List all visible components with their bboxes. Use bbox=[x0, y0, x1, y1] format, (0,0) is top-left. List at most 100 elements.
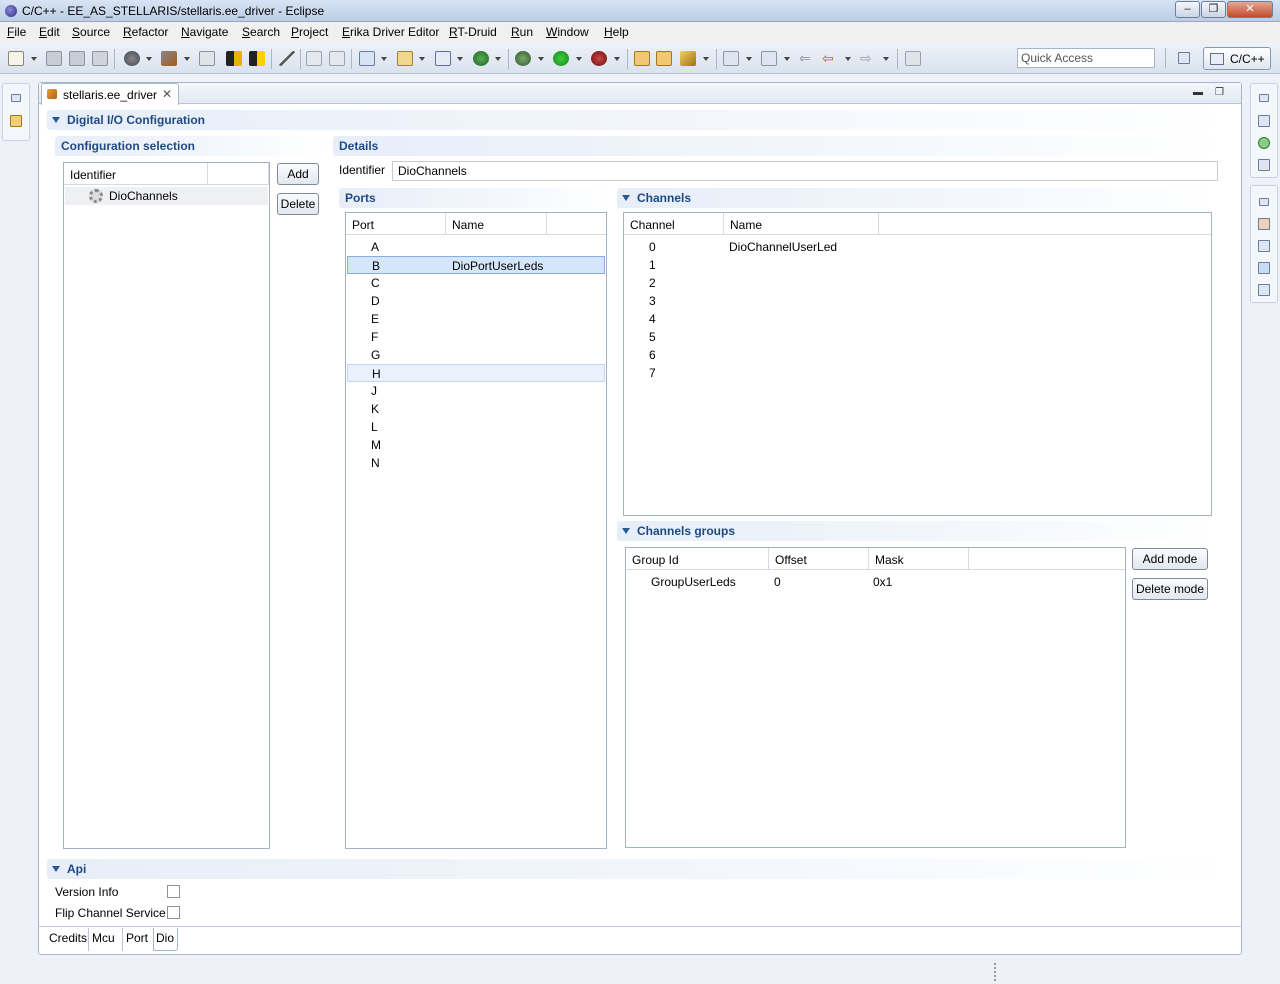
quick-access-input[interactable]: Quick Access bbox=[1017, 48, 1155, 68]
menu-edit[interactable]: Edit bbox=[39, 25, 60, 39]
chevron-down-icon[interactable] bbox=[614, 57, 620, 61]
table-row[interactable]: DioChannels bbox=[65, 187, 268, 205]
maximize-icon[interactable]: ❐ bbox=[1215, 87, 1224, 98]
table-row[interactable]: 5 bbox=[625, 328, 1210, 346]
delete-button[interactable]: Delete bbox=[277, 193, 319, 215]
column-header-mask[interactable]: Mask bbox=[869, 548, 969, 570]
column-header-port[interactable]: Port bbox=[346, 213, 446, 235]
table-row[interactable]: M bbox=[347, 436, 605, 454]
chevron-down-icon[interactable] bbox=[419, 57, 425, 61]
table-row[interactable]: 6 bbox=[625, 346, 1210, 364]
table-row[interactable]: B DioPortUserLeds bbox=[347, 256, 605, 274]
previous-annotation-icon[interactable] bbox=[761, 51, 777, 66]
properties-icon[interactable] bbox=[1258, 284, 1270, 296]
new-icon[interactable] bbox=[8, 51, 24, 66]
chevron-down-icon[interactable] bbox=[883, 57, 889, 61]
menu-erika-driver-editor[interactable]: Erika Driver Editor bbox=[342, 25, 439, 39]
table-row[interactable]: H bbox=[347, 364, 605, 382]
table-row[interactable]: F bbox=[347, 328, 605, 346]
menu-window[interactable]: Window bbox=[546, 25, 589, 39]
digital-io-section-header[interactable]: Digital I/O Configuration bbox=[47, 110, 1233, 130]
tab-port[interactable]: Port bbox=[124, 928, 154, 951]
minimize-icon[interactable]: ▬ bbox=[1193, 87, 1203, 98]
column-header-channel[interactable]: Channel bbox=[624, 213, 724, 235]
chevron-down-icon[interactable] bbox=[457, 57, 463, 61]
table-row[interactable]: K bbox=[347, 400, 605, 418]
menu-navigate[interactable]: Navigate bbox=[181, 25, 228, 39]
column-header-offset[interactable]: Offset bbox=[769, 548, 869, 570]
menu-file[interactable]: File bbox=[7, 25, 26, 39]
menu-help[interactable]: Help bbox=[604, 25, 629, 39]
pen-icon[interactable] bbox=[279, 51, 295, 66]
forward-icon[interactable]: ⇨ bbox=[860, 51, 876, 66]
expand-icon[interactable] bbox=[622, 195, 630, 201]
block-icon[interactable] bbox=[306, 51, 322, 66]
table-row[interactable]: 3 bbox=[625, 292, 1210, 310]
perspective-cpp-button[interactable]: C/C++ bbox=[1203, 47, 1271, 70]
identifier-field[interactable]: DioChannels bbox=[392, 161, 1218, 181]
version-info-checkbox[interactable] bbox=[167, 885, 180, 898]
run-icon[interactable] bbox=[553, 51, 569, 66]
back-icon[interactable]: ⇦ bbox=[822, 51, 838, 66]
table-row[interactable]: 1 bbox=[625, 256, 1210, 274]
new-cpp-project-icon[interactable] bbox=[359, 51, 375, 66]
console-icon[interactable] bbox=[1258, 262, 1270, 274]
make-target-icon[interactable] bbox=[1258, 137, 1270, 149]
pin-editor-icon[interactable] bbox=[905, 51, 921, 66]
menu-search[interactable]: Search bbox=[242, 25, 280, 39]
toggle-mark-icon[interactable] bbox=[226, 51, 242, 66]
expand-icon[interactable] bbox=[622, 528, 630, 534]
new-class-icon[interactable] bbox=[435, 51, 451, 66]
resize-grip[interactable] bbox=[994, 963, 997, 981]
save-all-icon[interactable] bbox=[69, 51, 85, 66]
problems-icon[interactable] bbox=[1258, 218, 1270, 230]
save-icon[interactable] bbox=[46, 51, 62, 66]
menu-project[interactable]: Project bbox=[291, 25, 328, 39]
api-section-header[interactable]: Api bbox=[47, 859, 1233, 879]
chevron-down-icon[interactable] bbox=[381, 57, 387, 61]
table-row[interactable]: 4 bbox=[625, 310, 1210, 328]
chevron-down-icon[interactable] bbox=[746, 57, 752, 61]
menu-source[interactable]: Source bbox=[72, 25, 110, 39]
toggle-mark-occurrences-icon[interactable] bbox=[249, 51, 265, 66]
tab-mcu[interactable]: Mcu bbox=[90, 928, 123, 951]
open-perspective-icon[interactable] bbox=[1176, 49, 1194, 67]
table-row[interactable]: C bbox=[347, 274, 605, 292]
open-type-icon[interactable] bbox=[634, 51, 650, 66]
channels-groups-section-header[interactable]: Channels groups bbox=[617, 521, 1217, 541]
binary-icon[interactable] bbox=[199, 51, 215, 66]
table-row[interactable]: 2 bbox=[625, 274, 1210, 292]
chevron-down-icon[interactable] bbox=[146, 57, 152, 61]
restore-icon[interactable] bbox=[11, 94, 21, 102]
show-whitespace-icon[interactable] bbox=[329, 51, 345, 66]
table-row[interactable]: 0 DioChannelUserLed bbox=[625, 238, 1210, 256]
chevron-down-icon[interactable] bbox=[538, 57, 544, 61]
chevron-down-icon[interactable] bbox=[784, 57, 790, 61]
table-row[interactable]: GroupUserLeds 0 0x1 bbox=[627, 573, 1124, 591]
close-window-button[interactable]: ✕ bbox=[1227, 1, 1273, 18]
chevron-down-icon[interactable] bbox=[845, 57, 851, 61]
editor-tab[interactable]: stellaris.ee_driver ✕ bbox=[41, 83, 179, 105]
chevron-down-icon[interactable] bbox=[703, 57, 709, 61]
hammer-icon[interactable] bbox=[161, 51, 177, 66]
next-annotation-icon[interactable] bbox=[723, 51, 739, 66]
new-folder-icon[interactable] bbox=[397, 51, 413, 66]
last-edit-icon[interactable]: ⇐ bbox=[799, 51, 815, 66]
build-config-icon[interactable] bbox=[124, 51, 140, 66]
column-header-name[interactable]: Name bbox=[724, 213, 879, 235]
close-icon[interactable]: ✕ bbox=[162, 87, 172, 101]
column-header-identifier[interactable]: Identifier bbox=[64, 163, 208, 185]
outline-icon[interactable] bbox=[1258, 115, 1270, 127]
chevron-down-icon[interactable] bbox=[184, 57, 190, 61]
search-icon[interactable] bbox=[680, 51, 696, 66]
table-row[interactable]: N bbox=[347, 454, 605, 472]
expand-icon[interactable] bbox=[52, 866, 60, 872]
column-header-group-id[interactable]: Group Id bbox=[626, 548, 769, 570]
minimize-window-button[interactable]: ‒ bbox=[1175, 1, 1200, 18]
expand-icon[interactable] bbox=[52, 117, 60, 123]
table-row[interactable]: L bbox=[347, 418, 605, 436]
table-row[interactable]: A bbox=[347, 238, 605, 256]
table-row[interactable]: E bbox=[347, 310, 605, 328]
restore-icon[interactable] bbox=[1259, 94, 1269, 102]
chevron-down-icon[interactable] bbox=[31, 57, 37, 61]
